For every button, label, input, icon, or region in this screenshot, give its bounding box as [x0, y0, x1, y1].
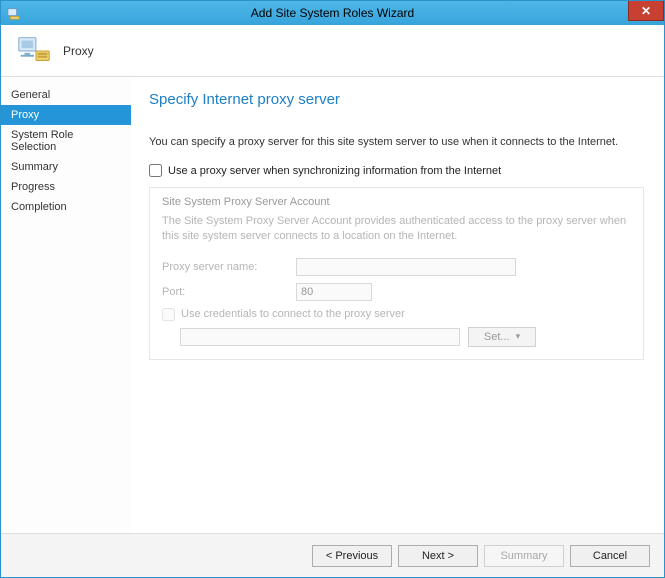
- header-page-name: Proxy: [63, 44, 94, 58]
- proxy-name-label: Proxy server name:: [162, 261, 296, 273]
- use-creds-label: Use credentials to connect to the proxy …: [181, 308, 405, 320]
- account-input[interactable]: [180, 328, 460, 346]
- sidebar-item-proxy[interactable]: Proxy: [1, 105, 131, 125]
- main-content: Specify Internet proxy server You can sp…: [131, 77, 664, 533]
- close-button[interactable]: ✕: [628, 1, 664, 21]
- sidebar-item-completion[interactable]: Completion: [1, 197, 131, 217]
- proxy-icon: [15, 32, 53, 70]
- port-input[interactable]: [296, 283, 372, 301]
- set-account-button[interactable]: Set...: [468, 327, 536, 347]
- use-proxy-row: Use a proxy server when synchronizing in…: [149, 164, 644, 177]
- summary-button[interactable]: Summary: [484, 545, 564, 567]
- use-creds-checkbox[interactable]: [162, 308, 175, 321]
- window-title: Add Site System Roles Wizard: [1, 6, 664, 20]
- use-creds-row: Use credentials to connect to the proxy …: [162, 308, 631, 321]
- cancel-button[interactable]: Cancel: [570, 545, 650, 567]
- sidebar: General Proxy System Role Selection Summ…: [1, 77, 131, 533]
- page-heading: Specify Internet proxy server: [149, 91, 644, 108]
- intro-text: You can specify a proxy server for this …: [149, 136, 644, 148]
- use-proxy-label: Use a proxy server when synchronizing in…: [168, 165, 501, 177]
- sidebar-item-general[interactable]: General: [1, 85, 131, 105]
- port-label: Port:: [162, 286, 296, 298]
- wizard-body: General Proxy System Role Selection Summ…: [1, 77, 664, 533]
- group-title: Site System Proxy Server Account: [162, 196, 631, 208]
- proxy-name-input[interactable]: [296, 258, 516, 276]
- proxy-account-group: Site System Proxy Server Account The Sit…: [149, 187, 644, 360]
- sidebar-item-summary[interactable]: Summary: [1, 157, 131, 177]
- sidebar-item-system-role-selection[interactable]: System Role Selection: [1, 125, 131, 157]
- next-button[interactable]: Next >: [398, 545, 478, 567]
- group-desc: The Site System Proxy Server Account pro…: [162, 214, 631, 244]
- app-icon: [7, 6, 21, 20]
- wizard-footer: < Previous Next > Summary Cancel: [1, 533, 664, 577]
- use-proxy-checkbox[interactable]: [149, 164, 162, 177]
- set-button-label: Set...: [484, 331, 510, 343]
- previous-button[interactable]: < Previous: [312, 545, 392, 567]
- wizard-header: Proxy: [1, 25, 664, 77]
- titlebar: Add Site System Roles Wizard ✕: [1, 1, 664, 25]
- sidebar-item-progress[interactable]: Progress: [1, 177, 131, 197]
